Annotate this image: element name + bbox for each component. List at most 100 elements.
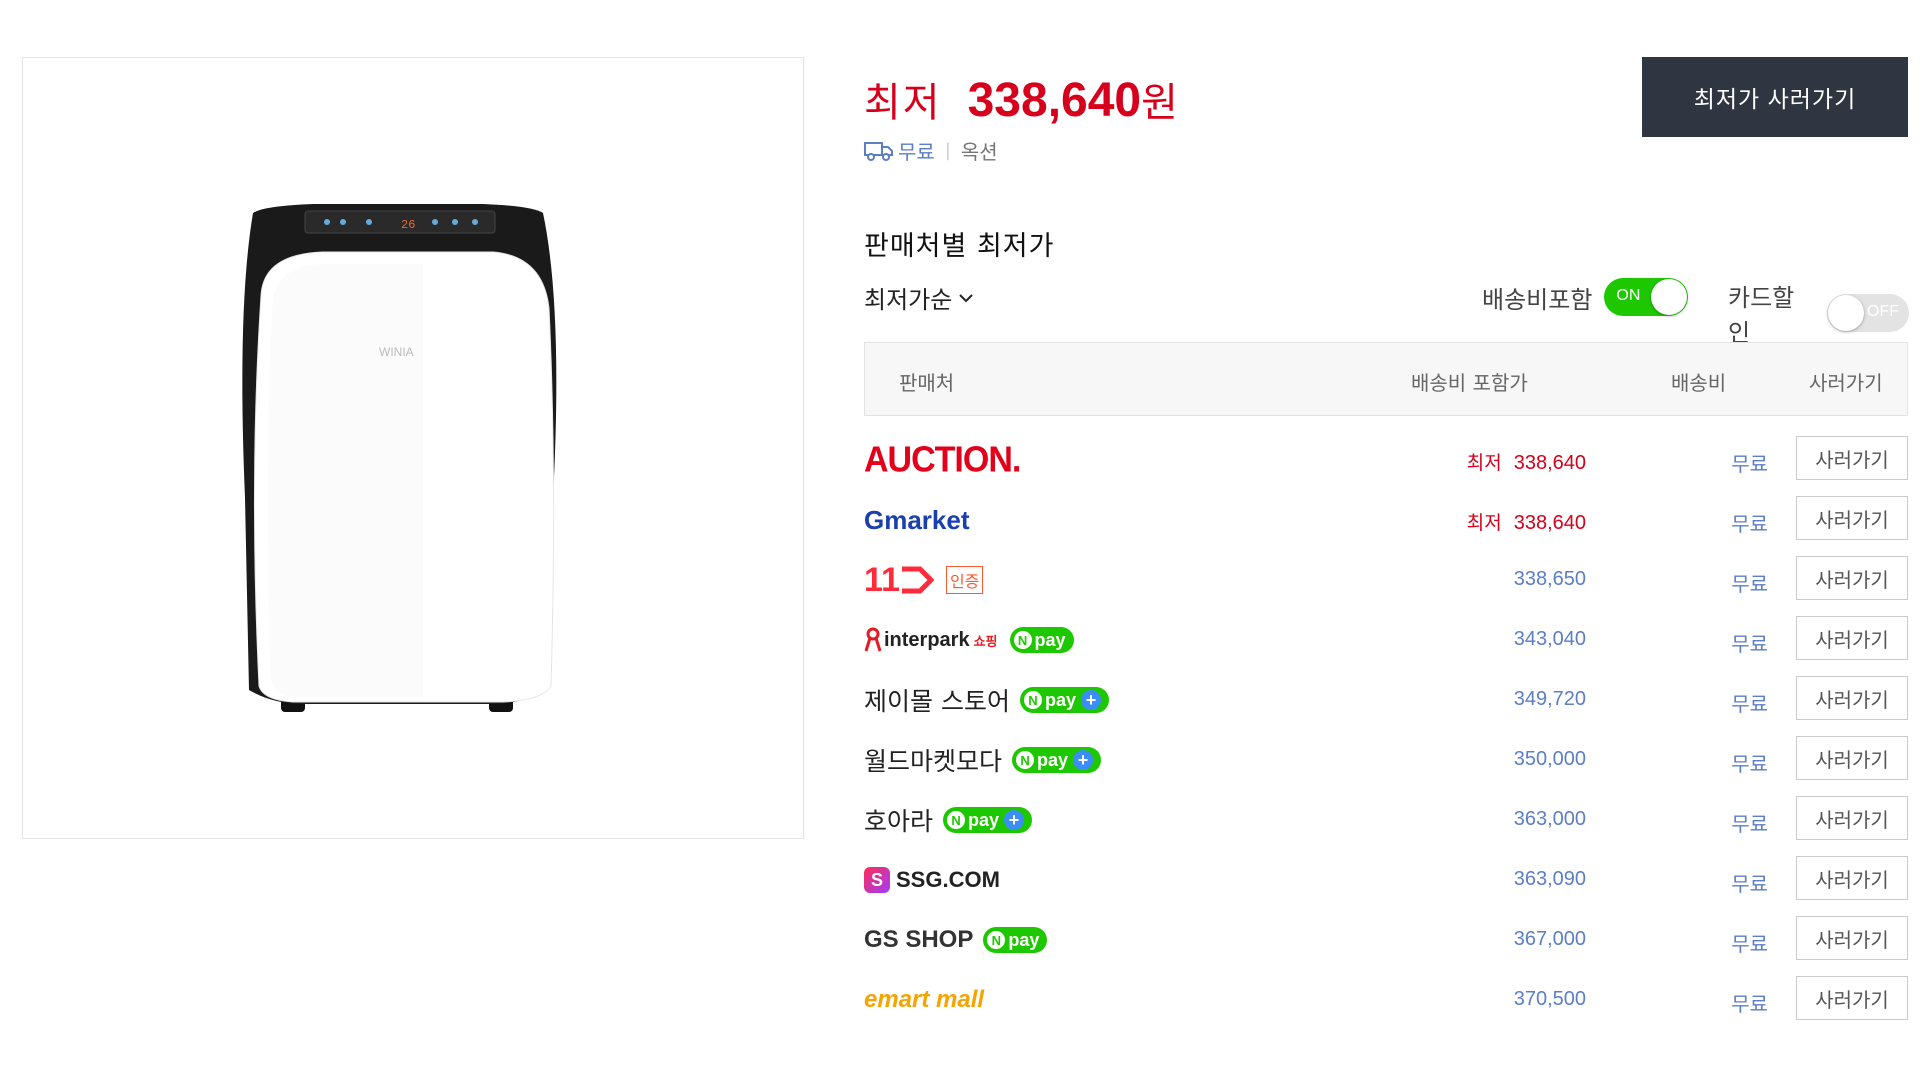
lowest-tag: 최저 [1466, 452, 1502, 474]
table-row: GS SHOP Npay 367,000 무료 사러가기 [864, 914, 1908, 974]
price-cell: 338,650 [1513, 568, 1586, 590]
seller-cell[interactable]: GS SHOP Npay [864, 914, 1048, 966]
table-header: 판매처 배송비 포함가 배송비 사러가기 [864, 342, 1908, 416]
11st-arrow-icon [901, 566, 934, 594]
toggle-knob [1651, 279, 1688, 315]
table-row: interpark 쇼핑 Npay 343,040 무료 사러가기 [864, 614, 1908, 674]
seller-cell[interactable]: S SSG.COM [864, 854, 1000, 906]
seller-cell[interactable]: interpark 쇼핑 Npay [864, 614, 1074, 666]
chevron-down-icon [959, 293, 974, 302]
shipping-cell: 무료 [1731, 872, 1768, 896]
buy-button[interactable]: 사러가기 [1796, 916, 1908, 960]
price-compare-panel: 최저 338,640 원 무료 | 옥션 최저가 사러가기 판매처별 최저가 최… [864, 0, 1909, 1066]
buy-button[interactable]: 사러가기 [1796, 496, 1908, 540]
shipping-cell: 무료 [1731, 452, 1768, 476]
seller-name: 월드마켓모다 [864, 747, 1003, 776]
npay-n-icon: N [1013, 631, 1032, 649]
buy-button[interactable]: 사러가기 [1796, 976, 1908, 1020]
npay-badge: Npay [1009, 627, 1074, 653]
interpark-shop-text: 쇼핑 [973, 633, 998, 649]
header-shipping: 배송비 [1671, 371, 1727, 395]
npay-text: pay [1044, 689, 1076, 710]
price-cell: 367,000 [1513, 928, 1586, 950]
buy-button[interactable]: 사러가기 [1796, 616, 1908, 660]
npay-text: pay [1034, 629, 1066, 650]
card-discount-label: 카드할인 [1728, 284, 1795, 347]
price-cell: 363,000 [1513, 808, 1586, 830]
table-row: AUCTION. 최저 338,640 무료 사러가기 [864, 434, 1908, 494]
npay-n-icon: N [987, 931, 1006, 949]
interpark-logo-text: interpark [884, 628, 970, 651]
shipping-cell: 무료 [1731, 992, 1768, 1016]
shipping-cell: 무료 [1731, 932, 1768, 956]
buy-lowest-button[interactable]: 최저가 사러가기 [1642, 57, 1908, 137]
seller-name: 제이몰 스토어 [864, 687, 1010, 716]
table-row: Gmarket 최저 338,640 무료 사러가기 [864, 494, 1908, 554]
11st-logo: 11 [864, 561, 934, 600]
table-row: 11 인증 338,650 무료 사러가기 [864, 554, 1908, 614]
seller-cell[interactable]: 호아라 Npay + [864, 794, 1033, 846]
truck-icon [864, 141, 893, 161]
sort-dropdown[interactable]: 최저가순 [864, 280, 974, 315]
interpark-ribbon-icon [864, 627, 882, 652]
section-title: 판매처별 최저가 [864, 231, 1055, 262]
price-value: 338,640 [967, 74, 1142, 127]
price-prefix: 최저 [864, 80, 942, 126]
npay-plus-badge: Npay + [1019, 687, 1109, 713]
lowest-price: 최저 338,640 원 [864, 70, 1178, 127]
price-value: 338,640 [1513, 512, 1586, 534]
shipping-cell: 무료 [1731, 752, 1768, 776]
certified-badge: 인증 [945, 566, 984, 594]
buy-button[interactable]: 사러가기 [1796, 556, 1908, 600]
header-buy: 사러가기 [1809, 371, 1883, 395]
seller-cell[interactable]: 11 인증 [864, 554, 984, 606]
seller-cell[interactable]: emart mall [864, 974, 984, 1026]
price-cell: 370,500 [1513, 988, 1586, 1010]
air-conditioner-illustration: 26 WINIA [242, 204, 557, 712]
price-cell: 363,090 [1513, 868, 1586, 890]
npay-text: pay [1008, 929, 1040, 950]
seller-cell[interactable]: 월드마켓모다 Npay + [864, 734, 1102, 786]
card-discount-toggle-group: 카드할인 OFF [1728, 278, 1909, 348]
ssg-logo: S SSG.COM [864, 867, 1000, 893]
buy-button[interactable]: 사러가기 [1796, 436, 1908, 480]
seller-cell[interactable]: Gmarket [864, 494, 970, 546]
gsshop-logo: GS SHOP [864, 926, 974, 953]
npay-n-icon: N [1016, 751, 1035, 769]
sort-label: 최저가순 [864, 286, 953, 314]
price-cell: 343,040 [1513, 628, 1586, 650]
seller-cell[interactable]: AUCTION. [864, 434, 1021, 486]
plus-icon: + [1080, 690, 1101, 710]
plus-icon: + [1004, 810, 1025, 830]
shipping-cell: 무료 [1731, 632, 1768, 656]
price-value: 338,640 [1513, 452, 1586, 474]
separator: | [944, 140, 951, 161]
shipping-included-toggle[interactable]: ON [1604, 278, 1689, 316]
shipping-cell: 무료 [1731, 692, 1768, 716]
shipping-free: 무료 [898, 140, 935, 164]
interpark-logo: interpark 쇼핑 [864, 627, 998, 653]
shipping-included-label: 배송비포함 [1482, 285, 1593, 314]
auction-logo: AUCTION. [864, 439, 1021, 480]
brand-mark: WINIA [379, 345, 414, 359]
shipping-seller: 옥션 [960, 140, 998, 164]
price-cell: 최저 338,640 [1467, 508, 1586, 535]
emartmall-logo: emart mall [864, 986, 985, 1013]
header-seller: 판매처 [899, 371, 955, 395]
display-readout: 26 [401, 218, 415, 232]
npay-n-icon: N [1023, 691, 1042, 709]
seller-cell[interactable]: 제이몰 스토어 Npay + [864, 674, 1109, 726]
toggle-state: ON [1616, 287, 1641, 304]
card-discount-toggle[interactable]: OFF [1826, 294, 1909, 332]
npay-plus-badge: Npay + [1012, 747, 1102, 773]
buy-button[interactable]: 사러가기 [1796, 856, 1908, 900]
seller-list: AUCTION. 최저 338,640 무료 사러가기 Gmarket 최저 338… [864, 434, 1908, 1034]
buy-button[interactable]: 사러가기 [1796, 796, 1908, 840]
buy-button[interactable]: 사러가기 [1796, 736, 1908, 780]
11st-logo-text: 11 [864, 560, 900, 599]
toggle-knob [1827, 295, 1864, 331]
plus-icon: + [1073, 750, 1094, 770]
price-cell: 350,000 [1513, 748, 1586, 770]
buy-button[interactable]: 사러가기 [1796, 676, 1908, 720]
toggle-state: OFF [1867, 303, 1899, 320]
